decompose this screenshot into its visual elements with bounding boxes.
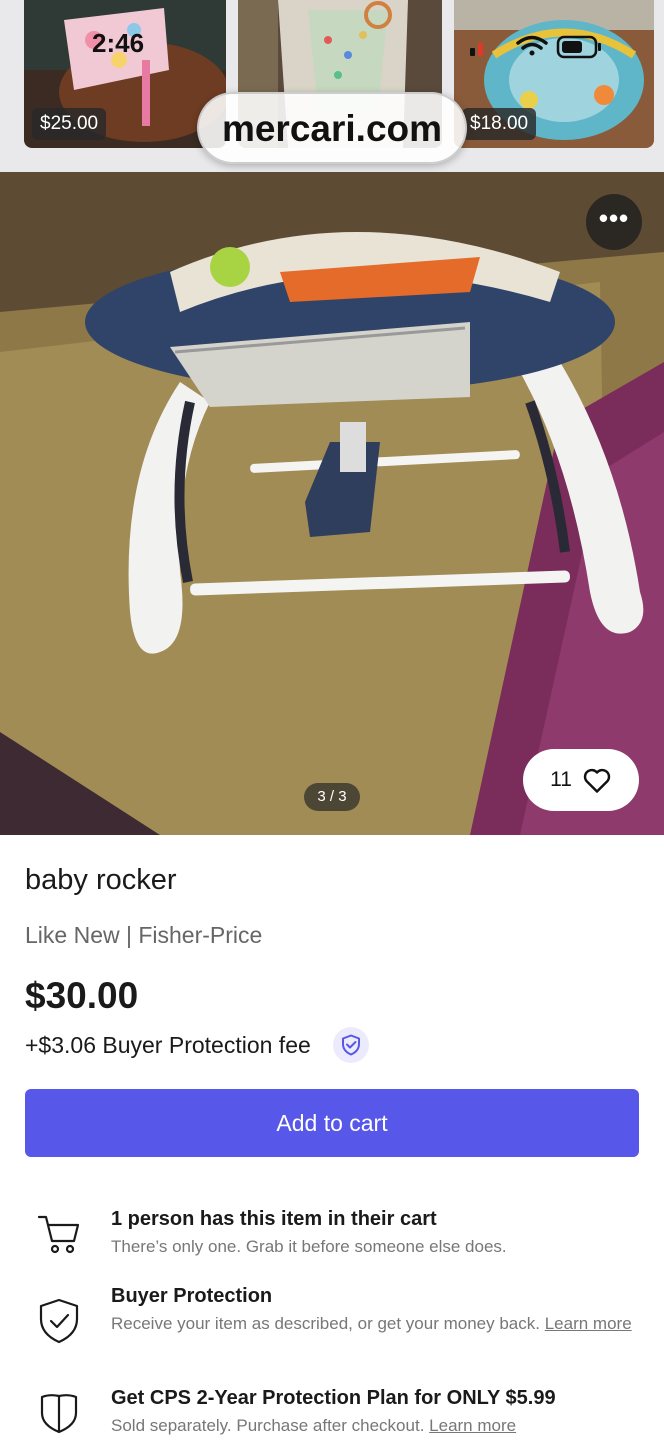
status-bar-time: 2:46 bbox=[92, 28, 145, 58]
buyer-protection-title: Buyer Protection bbox=[111, 1285, 273, 1307]
protection-plan-text: Sold separately. Purchase after checkout… bbox=[111, 1416, 425, 1435]
fee-info-button[interactable] bbox=[333, 1027, 369, 1063]
buyer-protection-fee: +$3.06 Buyer Protection fee bbox=[25, 1032, 311, 1058]
like-button[interactable]: 11 bbox=[523, 749, 639, 811]
protection-plan-title[interactable]: Get CPS 2-Year Protection Plan for ONLY … bbox=[111, 1387, 556, 1410]
browser-url-bar[interactable]: mercari.com bbox=[197, 92, 467, 164]
buyer-protection-learn-more-link[interactable]: Learn more bbox=[545, 1314, 632, 1333]
cart-notice-title: 1 person has this item in their cart bbox=[111, 1208, 437, 1230]
shield-check-icon bbox=[342, 1034, 360, 1056]
related-listing-card[interactable]: $25.00 bbox=[24, 0, 226, 148]
battery-icon bbox=[556, 35, 601, 59]
signal-icon bbox=[470, 43, 483, 56]
related-listing-price: $18.00 bbox=[462, 108, 537, 140]
protection-plan-body: Sold separately. Purchase after checkout… bbox=[111, 1413, 641, 1438]
buyer-protection-body: Receive your item as described, or get y… bbox=[111, 1311, 641, 1336]
more-options-icon[interactable]: ••• bbox=[586, 194, 642, 250]
like-count: 11 bbox=[550, 768, 572, 791]
related-listings-strip: $25.00 $18.00 2:46 mercari.com bbox=[0, 0, 664, 172]
shield-outline-icon bbox=[40, 1394, 78, 1434]
listing-title: baby rocker bbox=[25, 864, 177, 896]
listing-photo[interactable] bbox=[0, 172, 664, 835]
wifi-icon bbox=[516, 35, 548, 56]
listing-condition-brand[interactable]: Like New | Fisher-Price bbox=[25, 922, 262, 949]
listing-photo-image bbox=[0, 172, 664, 835]
status-bar-icons bbox=[470, 34, 610, 65]
cart-icon bbox=[37, 1215, 80, 1254]
listing-price: $30.00 bbox=[25, 975, 139, 1016]
buyer-protection-text: Receive your item as described, or get y… bbox=[111, 1314, 540, 1333]
add-to-cart-button[interactable]: Add to cart bbox=[25, 1089, 639, 1157]
photo-page-indicator: 3 / 3 bbox=[304, 783, 360, 811]
shield-check-icon bbox=[39, 1298, 79, 1344]
cart-notice-body: There’s only one. Grab it before someone… bbox=[111, 1237, 507, 1256]
related-listing-price: $25.00 bbox=[32, 108, 107, 140]
heart-icon bbox=[583, 768, 611, 793]
protection-plan-learn-more-link[interactable]: Learn more bbox=[429, 1416, 516, 1435]
related-listing-card[interactable]: $18.00 bbox=[454, 0, 654, 148]
